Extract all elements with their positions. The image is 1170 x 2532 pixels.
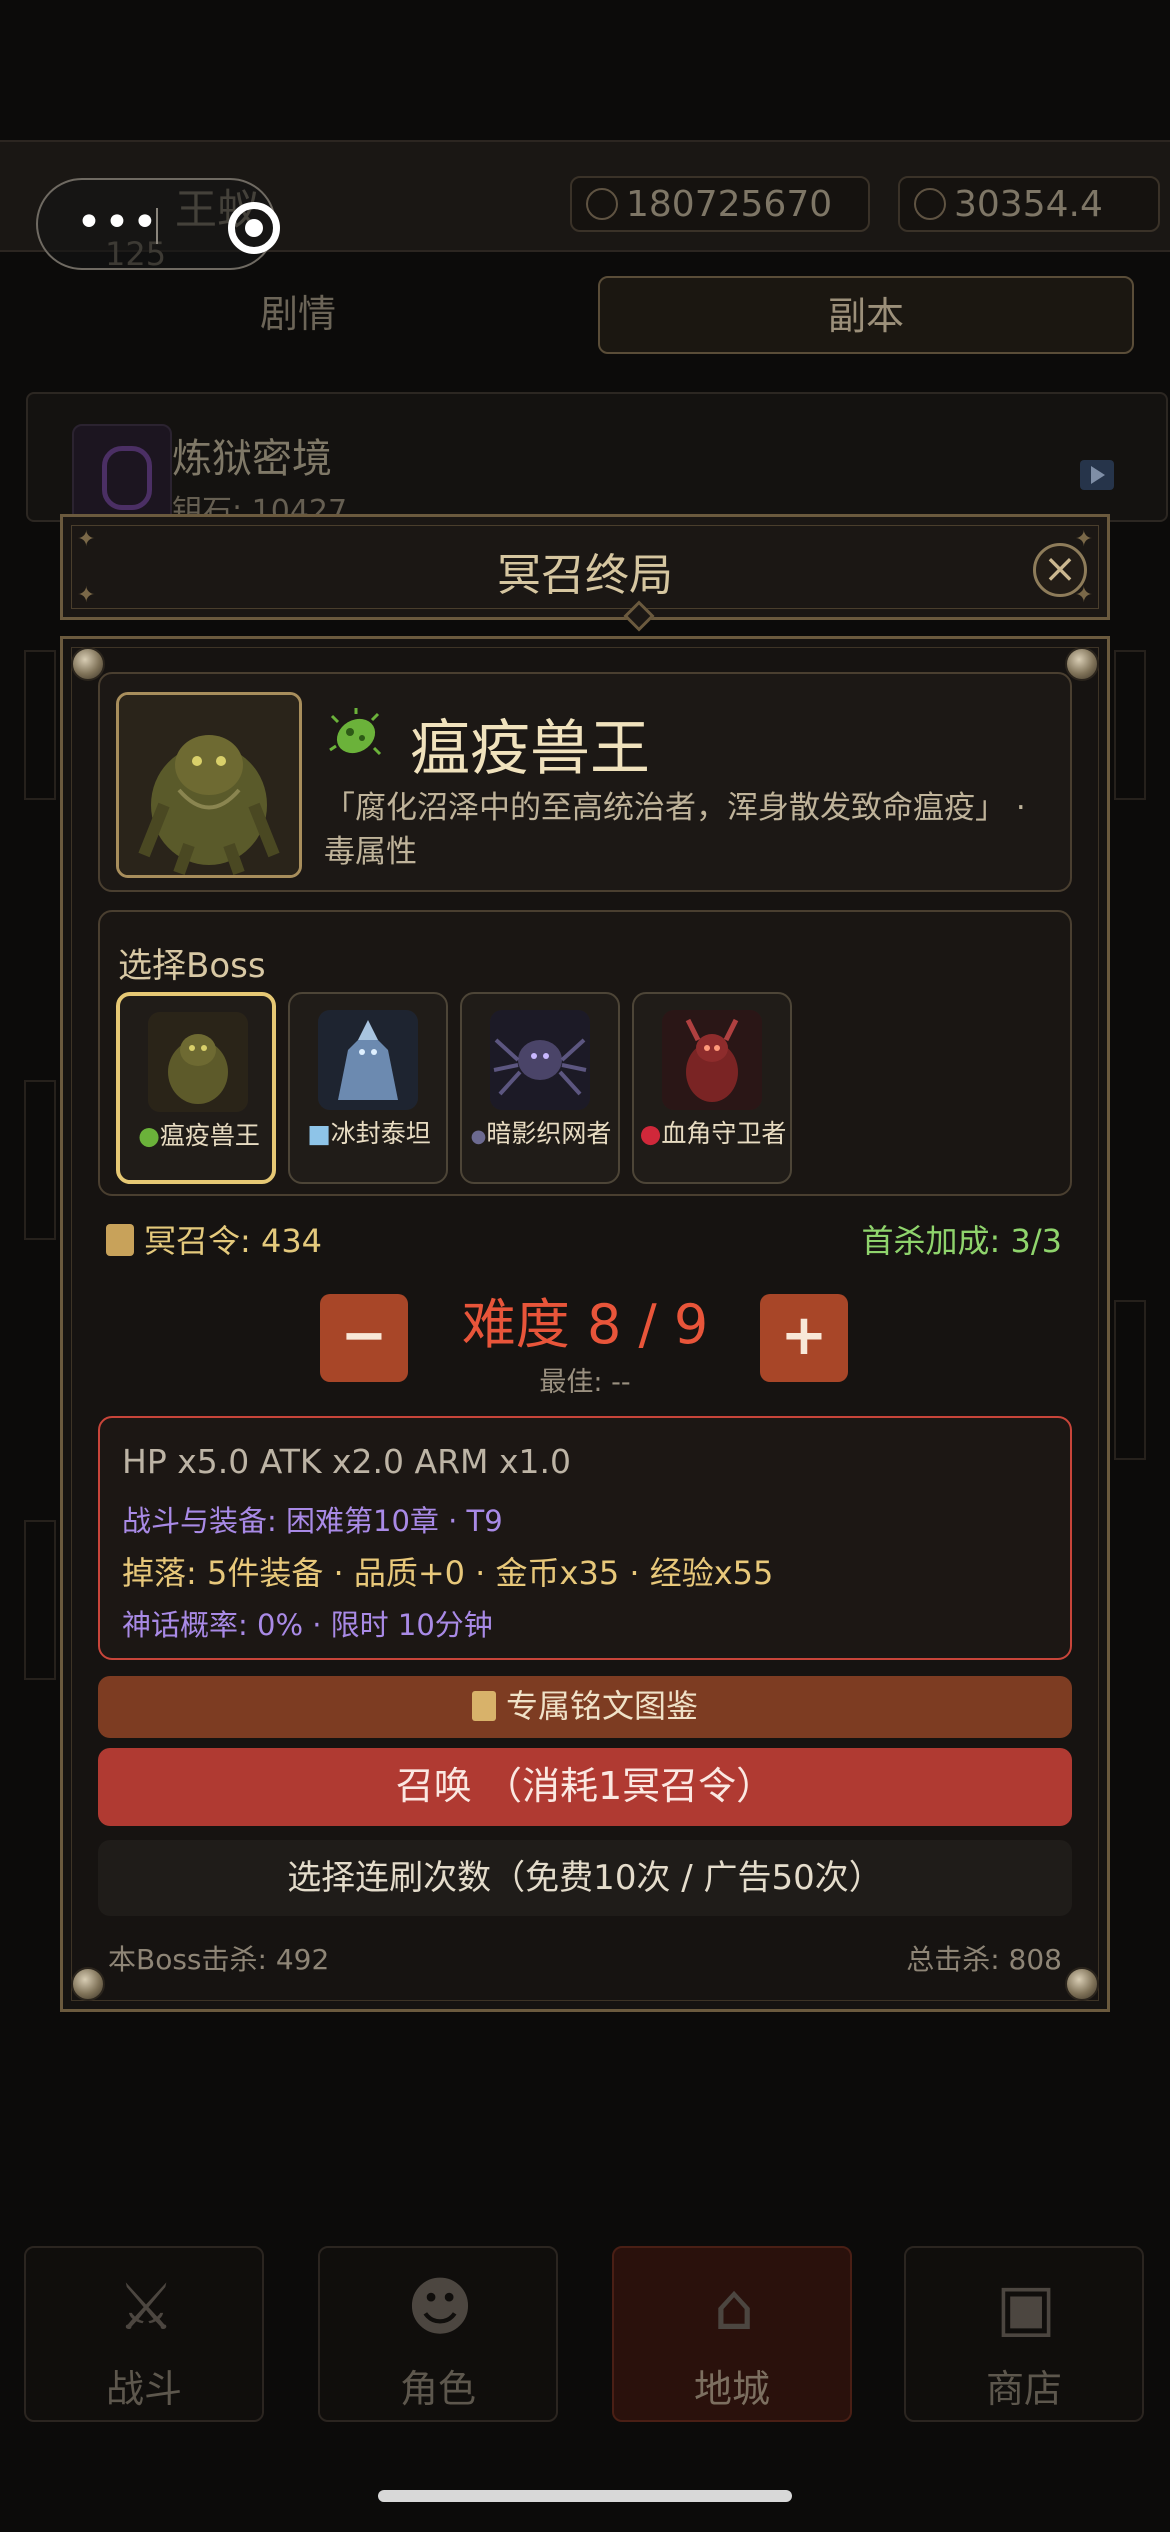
rivet-icon xyxy=(71,647,105,681)
summon-token-count: 冥召令: 434 xyxy=(106,1216,322,1262)
blood-drop-icon: ● xyxy=(639,1119,662,1148)
boss-option-plague-king[interactable]: ●瘟疫兽王 xyxy=(116,992,276,1184)
dungeon-title: 炼狱密境 xyxy=(172,436,332,482)
dungeon-gate-icon: ⌂ xyxy=(713,2271,755,2345)
rivet-icon xyxy=(1065,1967,1099,2001)
list-frame-left xyxy=(24,1520,56,1680)
boss-portrait xyxy=(116,692,302,878)
boss-kill-count: 本Boss击杀: 492 xyxy=(108,1943,330,1976)
boss-thumbnail xyxy=(318,1010,418,1110)
boss-description: 「腐化沼泽中的至高统治者，浑身散发致命瘟疫」 · 毒属性 xyxy=(324,790,1026,870)
boss-option-label: ●血角守卫者 xyxy=(638,1116,788,1152)
tab-story[interactable]: 剧情 xyxy=(28,276,568,354)
boss-option-name: 血角守卫者 xyxy=(661,1119,787,1148)
difficulty-level: 难度 8 / 9 xyxy=(461,1293,709,1356)
boss-info-panel: 瘟疫兽王 「腐化沼泽中的至高统治者，浑身散发致命瘟疫」 · 毒属性 xyxy=(98,672,1072,892)
nav-shop[interactable]: ▣ 商店 xyxy=(904,2246,1144,2422)
scroll-icon xyxy=(106,1224,134,1256)
nav-label: 地城 xyxy=(693,2367,770,2411)
energy-value: 30354.4 xyxy=(954,183,1103,225)
best-record: 最佳: -- xyxy=(539,1367,631,1398)
boss-select-panel: 选择Boss ●瘟疫兽王 ■冰封泰坦 ●暗影织网者 ●血角守卫者 xyxy=(98,910,1072,1196)
stat-battle-gear: 战斗与装备: 困难第10章 · T9 xyxy=(122,1504,503,1538)
gold-value: 180725670 xyxy=(626,183,833,225)
list-frame-left xyxy=(24,1080,56,1240)
nav-label: 商店 xyxy=(985,2367,1062,2411)
chest-icon: ▣ xyxy=(995,2271,1057,2345)
first-kill-bonus: 首杀加成: 3/3 xyxy=(861,1222,1062,1260)
boss-thumbnail xyxy=(148,1012,248,1112)
stat-multipliers: HP x5.0 ATK x2.0 ARM x1.0 xyxy=(122,1442,571,1481)
miniprogram-capsule: ••• xyxy=(36,178,280,270)
bottom-nav: ⚔ 战斗 ☻ 角色 ⌂ 地城 ▣ 商店 xyxy=(0,2246,1170,2426)
lightning-icon xyxy=(914,188,946,220)
boss-thumbnail xyxy=(662,1010,762,1110)
stat-drops: 掉落: 5件装备 · 品质+0 · 金币x35 · 经验x55 xyxy=(122,1554,774,1592)
poison-germ-icon xyxy=(324,702,388,766)
boss-option-name: 冰封泰坦 xyxy=(330,1119,431,1148)
repeat-count-button[interactable]: 选择连刷次数（免费10次 / 广告50次） xyxy=(98,1840,1072,1916)
token-text: 冥召令: 434 xyxy=(144,1222,323,1260)
nav-label: 战斗 xyxy=(105,2367,182,2411)
tab-dungeon[interactable]: 副本 xyxy=(598,276,1134,354)
home-indicator[interactable] xyxy=(378,2490,792,2502)
list-frame-right xyxy=(1114,1300,1146,1460)
shadow-drop-icon: ● xyxy=(470,1126,487,1147)
inscription-codex-button[interactable]: 专属铭文图鉴 xyxy=(98,1676,1072,1738)
modal-header: ✦ ✦ ✦ ✦ 冥召终局 × xyxy=(60,514,1110,632)
list-frame-right xyxy=(1114,650,1146,800)
codex-label: 专属铭文图鉴 xyxy=(505,1687,698,1725)
gold-coin-icon xyxy=(586,188,618,220)
nav-battle[interactable]: ⚔ 战斗 xyxy=(24,2246,264,2422)
capsule-divider xyxy=(156,208,158,244)
boss-option-ice-titan[interactable]: ■冰封泰坦 xyxy=(288,992,448,1184)
modal-title: 冥召终局 xyxy=(497,550,673,601)
more-icon[interactable]: ••• xyxy=(76,198,158,254)
ice-icon: ■ xyxy=(307,1119,331,1148)
boss-option-label: ●瘟疫兽王 xyxy=(124,1118,274,1154)
boss-option-name: 瘟疫兽王 xyxy=(159,1121,260,1150)
difficulty-decrease-button[interactable]: − xyxy=(320,1294,408,1382)
boss-option-blood-horn[interactable]: ●血角守卫者 xyxy=(632,992,792,1184)
stat-mythic-chance: 神话概率: 0% · 限时 10分钟 xyxy=(122,1608,493,1642)
total-kill-count: 总击杀: 808 xyxy=(906,1943,1062,1976)
difficulty-stats-box: HP x5.0 ATK x2.0 ARM x1.0 战斗与装备: 困难第10章 … xyxy=(98,1416,1072,1660)
close-miniprogram-icon[interactable] xyxy=(228,202,280,254)
select-boss-label: 选择Boss xyxy=(118,946,266,986)
boss-thumbnail xyxy=(490,1010,590,1110)
nav-label: 角色 xyxy=(399,2367,476,2411)
gold-counter: 180725670 xyxy=(570,176,870,232)
close-button[interactable]: × xyxy=(1033,543,1087,597)
rivet-icon xyxy=(1065,647,1099,681)
boss-option-label: ●暗影织网者 xyxy=(466,1116,616,1155)
boss-option-label: ■冰封泰坦 xyxy=(294,1116,444,1152)
poison-icon: ● xyxy=(138,1121,160,1150)
difficulty-increase-button[interactable]: + xyxy=(760,1294,848,1382)
character-mask-icon: ☻ xyxy=(406,2271,474,2345)
boss-option-name: 暗影织网者 xyxy=(486,1119,612,1148)
scroll-icon xyxy=(471,1691,496,1721)
nav-dungeon[interactable]: ⌂ 地城 xyxy=(612,2246,852,2422)
energy-counter: 30354.4 xyxy=(898,176,1160,232)
boss-option-shadow-weaver[interactable]: ●暗影织网者 xyxy=(460,992,620,1184)
mode-tabs: 剧情 副本 xyxy=(28,276,1138,356)
nav-character[interactable]: ☻ 角色 xyxy=(318,2246,558,2422)
rivet-icon xyxy=(71,1967,105,2001)
boss-name: 瘟疫兽王 xyxy=(410,714,650,784)
list-frame-left xyxy=(24,650,56,800)
portal-icon xyxy=(72,424,172,524)
crossed-swords-icon: ⚔ xyxy=(117,2271,175,2345)
play-icon[interactable] xyxy=(1080,460,1114,490)
summon-button[interactable]: 召唤 （消耗1冥召令） xyxy=(98,1748,1072,1826)
